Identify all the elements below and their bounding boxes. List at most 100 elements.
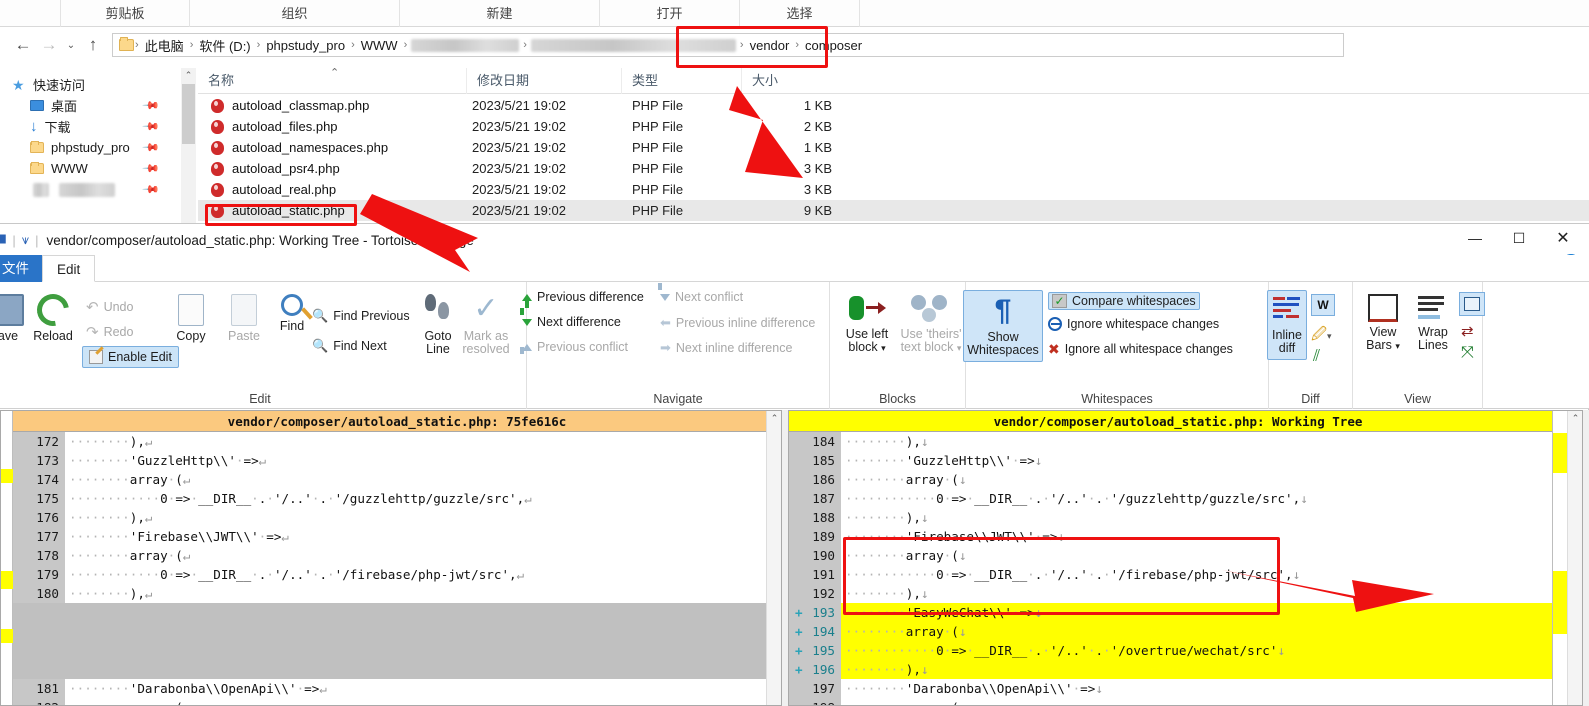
back-icon[interactable]: ← <box>10 32 36 58</box>
forward-icon[interactable]: → <box>36 32 62 58</box>
line-number: 191 <box>789 565 841 584</box>
use-left-block-label-2: block ▾ <box>848 340 886 354</box>
breadcrumb-item-7[interactable]: composer <box>800 38 867 53</box>
switch-views-button[interactable]: ⇄ <box>1461 322 1474 340</box>
ribbon-group-2[interactable]: 新建 <box>400 0 600 27</box>
breadcrumb-item-0[interactable]: 此电脑 <box>140 36 189 55</box>
diff-filter-button[interactable]: 🖉▾ <box>1311 324 1332 349</box>
previous-inline-difference-button[interactable]: ⬅ Previous inline difference <box>660 315 815 331</box>
use-left-block-button[interactable]: Use left block ▾ <box>836 294 898 355</box>
ribbon-group-0[interactable]: 剪贴板 <box>60 0 190 27</box>
reload-button[interactable]: Reload <box>22 287 84 343</box>
up-icon[interactable]: ↑ <box>80 32 106 58</box>
file-date: 2023/5/21 19:02 <box>472 182 566 197</box>
compare-whitespaces-button[interactable]: ✓ Compare whitespaces <box>1048 292 1200 310</box>
next-inline-difference-button[interactable]: ➡ Next inline difference <box>660 340 792 356</box>
copy-button[interactable]: Copy <box>166 294 216 343</box>
previous-inline-difference-label: Previous inline difference <box>675 316 816 330</box>
next-conflict-button[interactable]: Next conflict <box>658 283 743 304</box>
scroll-up-icon-left[interactable]: ⌃ <box>767 411 782 426</box>
enable-edit-button[interactable]: Enable Edit <box>82 346 179 368</box>
pin-icon-2[interactable]: 📌 <box>142 138 161 157</box>
scroll-up-icon[interactable]: ⌃ <box>181 68 196 82</box>
close-button[interactable]: ✕ <box>1541 224 1585 252</box>
column-header-2[interactable]: 类型 <box>621 67 741 94</box>
redo-button[interactable]: ↷ Redo <box>86 323 133 341</box>
right-code-area[interactable]: 184 ········),↓ 185 ········'GuzzleHttp\… <box>789 432 1552 705</box>
pin-icon-3[interactable]: 📌 <box>142 159 161 178</box>
breadcrumb-item-2[interactable]: phpstudy_pro <box>261 38 350 53</box>
paste-button[interactable]: Paste <box>216 294 272 343</box>
undo-button[interactable]: ↶ Undo <box>86 298 133 316</box>
right-locator-bar[interactable] <box>1552 411 1568 705</box>
left-code-area[interactable]: 172 ········),↵ 173 ········'GuzzleHttp\… <box>13 432 766 705</box>
two-pane-view-button[interactable] <box>1459 292 1485 316</box>
ribbon-group-1[interactable]: 组织 <box>190 0 400 27</box>
find-button[interactable]: Find <box>266 294 318 333</box>
qat-chevron-down-icon[interactable]: ⩛ <box>22 232 29 248</box>
file-date: 2023/5/21 19:02 <box>472 98 566 113</box>
table-row[interactable]: autoload_static.php 2023/5/21 19:02 PHP … <box>198 200 1589 221</box>
previous-conflict-button[interactable]: Previous conflict <box>520 340 628 354</box>
nav-item-2[interactable]: phpstudy_pro 📌 <box>0 137 180 158</box>
inline-diff-button[interactable]: Inline diff <box>1267 290 1307 360</box>
undo-label: Undo <box>103 300 134 314</box>
minimize-button[interactable]: — <box>1453 224 1497 252</box>
address-bar[interactable]: › 此电脑 › 软件 (D:) › phpstudy_pro › WWW › › › vendor › c… <box>112 33 1344 57</box>
breadcrumb-redacted-4[interactable] <box>411 38 520 52</box>
tab-edit[interactable]: Edit <box>42 255 96 282</box>
left-locator-bar[interactable] <box>1 411 13 705</box>
table-row[interactable]: autoload_classmap.php 2023/5/21 19:02 PH… <box>198 95 1589 116</box>
scroll-up-icon-right[interactable]: ⌃ <box>1568 411 1583 426</box>
recent-locations-chevron-down-icon[interactable]: ⌄ <box>62 32 80 58</box>
quick-access-toolbar[interactable]: ⯀ | ⩛ | <box>0 232 39 248</box>
table-row[interactable]: autoload_files.php 2023/5/21 19:02 PHP F… <box>198 116 1589 137</box>
table-row[interactable]: autoload_psr4.php 2023/5/21 19:02 PHP Fi… <box>198 158 1589 179</box>
collapse-view-button[interactable]: ⤧ <box>1461 344 1474 362</box>
wrap-lines-button[interactable]: Wrap Lines <box>1407 294 1459 352</box>
breadcrumb-item-6[interactable]: vendor <box>745 38 795 53</box>
breadcrumb-item-3[interactable]: WWW <box>356 38 403 53</box>
scrollbar-thumb[interactable] <box>182 84 195 144</box>
ribbon-group-4[interactable]: 选择 <box>740 0 860 27</box>
file-size: 3 KB <box>803 161 832 176</box>
file-list-column-headers: 名称 修改日期 类型 大小 <box>198 67 1589 94</box>
table-row[interactable]: autoload_real.php 2023/5/21 19:02 PHP Fi… <box>198 179 1589 200</box>
code-line: 188 ········),↓ <box>789 508 1552 527</box>
nav-item-3[interactable]: WWW 📌 <box>0 158 180 179</box>
mark-as-resolved-button[interactable]: ✓ Mark as resolved <box>450 294 522 356</box>
breadcrumb-separator-4[interactable]: › <box>403 39 409 51</box>
column-header-1[interactable]: 修改日期 <box>466 67 621 94</box>
find-previous-button[interactable]: 🔍 Find Previous <box>312 308 410 324</box>
find-next-button[interactable]: 🔍 Find Next <box>312 338 387 354</box>
line-text: ············0·=>·__DIR__·.·'/..'·.·'/fir… <box>69 567 525 582</box>
nav-item-0[interactable]: 桌面 📌 <box>0 95 180 116</box>
table-row[interactable]: autoload_namespaces.php 2023/5/21 19:02 … <box>198 137 1589 158</box>
previous-difference-button[interactable]: Previous difference <box>522 290 644 308</box>
ribbon-group-3[interactable]: 打开 <box>600 0 740 27</box>
breadcrumb-separator-5[interactable]: › <box>522 39 528 51</box>
ignore-all-whitespace-changes-button[interactable]: ✖ Ignore all whitespace changes <box>1048 342 1233 356</box>
breadcrumb-item-1[interactable]: 软件 (D:) <box>194 36 255 55</box>
view-bars-button[interactable]: View Bars ▾ <box>1357 294 1409 353</box>
collapse-unchanged-button[interactable]: ⫽ <box>1313 348 1320 366</box>
quick-access-root[interactable]: ★ 快速访问 <box>0 74 180 95</box>
nav-item-1[interactable]: ↓ 下载 📌 <box>0 116 180 137</box>
right-pane-scrollbar[interactable]: ⌃ <box>1567 411 1582 705</box>
pin-icon-0[interactable]: 📌 <box>142 96 161 115</box>
show-whitespaces-button[interactable]: ¶ Show Whitespaces <box>963 290 1043 362</box>
breadcrumb-redacted-5[interactable] <box>530 38 736 52</box>
pin-icon-4[interactable]: 📌 <box>142 180 161 199</box>
merge-title-bar: ⯀ | ⩛ | vendor/composer/autoload_static.… <box>0 224 1589 256</box>
file-type: PHP File <box>632 203 684 218</box>
next-difference-button[interactable]: Next difference <box>520 308 621 329</box>
tab-file[interactable]: 文件 <box>0 255 42 282</box>
use-theirs-text-block-button[interactable]: Use 'theirs' text block ▾ <box>896 294 966 355</box>
left-pane-scrollbar[interactable]: ⌃ <box>766 411 781 705</box>
show-word-diff-button[interactable]: W <box>1311 294 1335 316</box>
column-header-3[interactable]: 大小 <box>741 67 861 94</box>
nav-item-4[interactable]: 📌 <box>0 179 180 200</box>
maximize-button[interactable]: ☐ <box>1497 224 1541 252</box>
pin-icon-1[interactable]: 📌 <box>142 117 161 136</box>
ignore-whitespace-changes-button[interactable]: Ignore whitespace changes <box>1048 317 1219 331</box>
